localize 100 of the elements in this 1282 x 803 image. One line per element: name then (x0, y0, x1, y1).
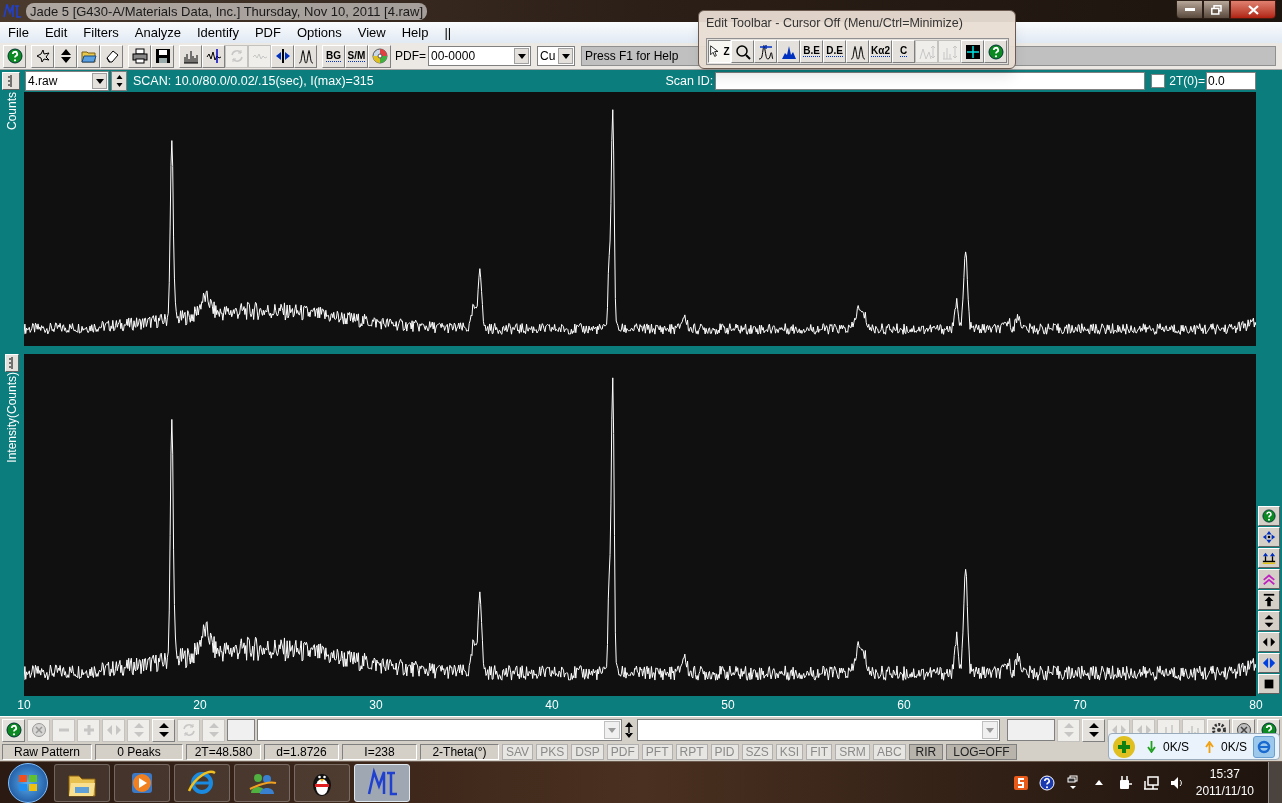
double-peak-button[interactable] (846, 40, 869, 63)
upload-arrow-icon (1205, 740, 1214, 753)
spinner-arrows-icon (115, 74, 123, 88)
network-icon (1142, 774, 1159, 791)
expand-arrows-button[interactable] (1258, 527, 1280, 547)
scan-id-field[interactable] (715, 72, 1146, 90)
eraser-button[interactable] (100, 44, 123, 68)
text-tool-button[interactable]: D.E (823, 40, 846, 63)
pointer-button[interactable]: Z (708, 40, 731, 63)
y-axis-label: Counts (4, 92, 20, 131)
disc-icon (371, 48, 388, 64)
show-desktop-button[interactable] (1268, 762, 1282, 803)
menu-item[interactable]: PDF (254, 26, 281, 39)
double-chevron-icon (1262, 572, 1276, 586)
peak-marker-icon (757, 43, 774, 60)
menu-item[interactable]: Filters (83, 26, 119, 39)
flag-icon (18, 773, 38, 792)
clock-button[interactable]: 15:37 2011/11/10 (1195, 765, 1254, 800)
file-name-value: 4.raw (28, 73, 59, 90)
help-button[interactable] (3, 44, 26, 68)
start-button[interactable] (8, 762, 48, 803)
file-dropdown[interactable]: 4.raw (25, 71, 109, 91)
pattern-dropdown[interactable] (637, 719, 1000, 741)
help-icon (1038, 774, 1055, 791)
close-button[interactable] (1230, 0, 1276, 19)
wave-marker-icon (205, 48, 222, 64)
square-button[interactable] (1258, 674, 1280, 694)
star-cursor-button[interactable] (31, 44, 54, 68)
status-toggle[interactable]: RIR (908, 744, 944, 760)
help-button[interactable] (1037, 773, 1056, 792)
folder-button[interactable] (77, 44, 100, 68)
up-markers-button[interactable] (1258, 548, 1280, 568)
grid-icon (964, 43, 981, 60)
peak-marker-button[interactable] (754, 40, 777, 63)
dropdown-arrow-icon (95, 78, 104, 84)
app-logo-icon (3, 4, 21, 18)
text-tool-button[interactable]: B.E (800, 40, 823, 63)
help-button[interactable] (984, 40, 1007, 63)
status-cell: I=238 (342, 744, 417, 760)
text-tool-button[interactable]: Kα2 (869, 40, 892, 63)
window-title: Jade 5 [G430-A/Materials Data, Inc.] Thursday, Nov 10, 2011 [4.raw] (26, 2, 428, 20)
value-field[interactable] (1007, 719, 1055, 741)
y-axis-label: Intensity(Counts) (4, 372, 20, 463)
search-icon (734, 43, 751, 60)
folder-icon (80, 48, 97, 64)
left-right-arrows-icon (1262, 635, 1276, 649)
menu-item[interactable]: View (357, 26, 386, 39)
bar-pattern-icon (182, 48, 199, 64)
pattern-dropdown[interactable] (257, 719, 622, 741)
arrow-to-top-button[interactable] (1258, 590, 1280, 610)
menu-item[interactable]: Analyze (134, 26, 181, 39)
status-toggle[interactable]: LOG=OFF (946, 744, 1017, 760)
network-button[interactable] (1141, 773, 1160, 792)
save-button[interactable] (151, 44, 174, 68)
restore-button[interactable] (1203, 0, 1230, 19)
compress-arrows-button[interactable] (271, 44, 294, 68)
status-cell: 2T=48.580 (186, 744, 261, 760)
menu-item[interactable]: Identify (197, 26, 239, 39)
double-peak-button[interactable] (294, 44, 317, 68)
arrow-to-top-icon (1262, 593, 1276, 607)
restore-icon (1211, 4, 1222, 15)
menu-item[interactable]: Help (401, 26, 429, 39)
help-icon (6, 48, 23, 64)
filled-peaks-button[interactable] (777, 40, 800, 63)
value-field[interactable] (227, 719, 255, 741)
close-icon (1247, 4, 1259, 15)
star-cursor-icon (34, 48, 51, 64)
radiation-value: Cu (540, 48, 557, 65)
search-button[interactable] (731, 40, 754, 63)
double-peak-icon (297, 48, 314, 64)
help-button[interactable] (1258, 506, 1280, 526)
printer-button[interactable] (128, 44, 151, 68)
pdf-number-dropdown[interactable]: 00-0000 (428, 46, 531, 66)
grid-button[interactable] (961, 40, 984, 63)
dropdown-arrow-icon (607, 727, 616, 733)
square-icon (1262, 677, 1276, 691)
x-axis-tick-label: 20 (192, 697, 208, 714)
minimize-button[interactable] (1176, 0, 1203, 19)
grip-icon (9, 357, 15, 369)
menu-item[interactable]: Edit (44, 26, 68, 39)
panel-grip-button[interactable] (5, 354, 19, 372)
status-cell: Raw Pattern (2, 744, 92, 760)
double-chevron-button[interactable] (1258, 569, 1280, 589)
text-tool-button[interactable]: C (892, 40, 915, 63)
radiation-dropdown[interactable]: Cu (537, 46, 575, 66)
wave-marker-button[interactable] (202, 44, 225, 68)
text-tool-button[interactable]: BG (322, 44, 345, 68)
save-icon (154, 48, 171, 64)
panel-grip-button[interactable] (2, 72, 20, 90)
menu-item[interactable]: File (8, 26, 29, 39)
spinner-button[interactable] (111, 71, 127, 91)
menu-item[interactable]: Options (296, 26, 342, 39)
taskbar-app-button[interactable] (354, 763, 410, 802)
help-button[interactable] (2, 718, 25, 742)
status-cell: 2-Theta(°) (420, 744, 499, 760)
offset-field[interactable]: 0.0 (1206, 72, 1256, 90)
offset-checkbox[interactable] (1151, 74, 1166, 88)
disc-button[interactable] (368, 44, 391, 68)
compress-arrows-icon (274, 48, 291, 64)
text-tool-button[interactable]: S/M (345, 44, 368, 68)
